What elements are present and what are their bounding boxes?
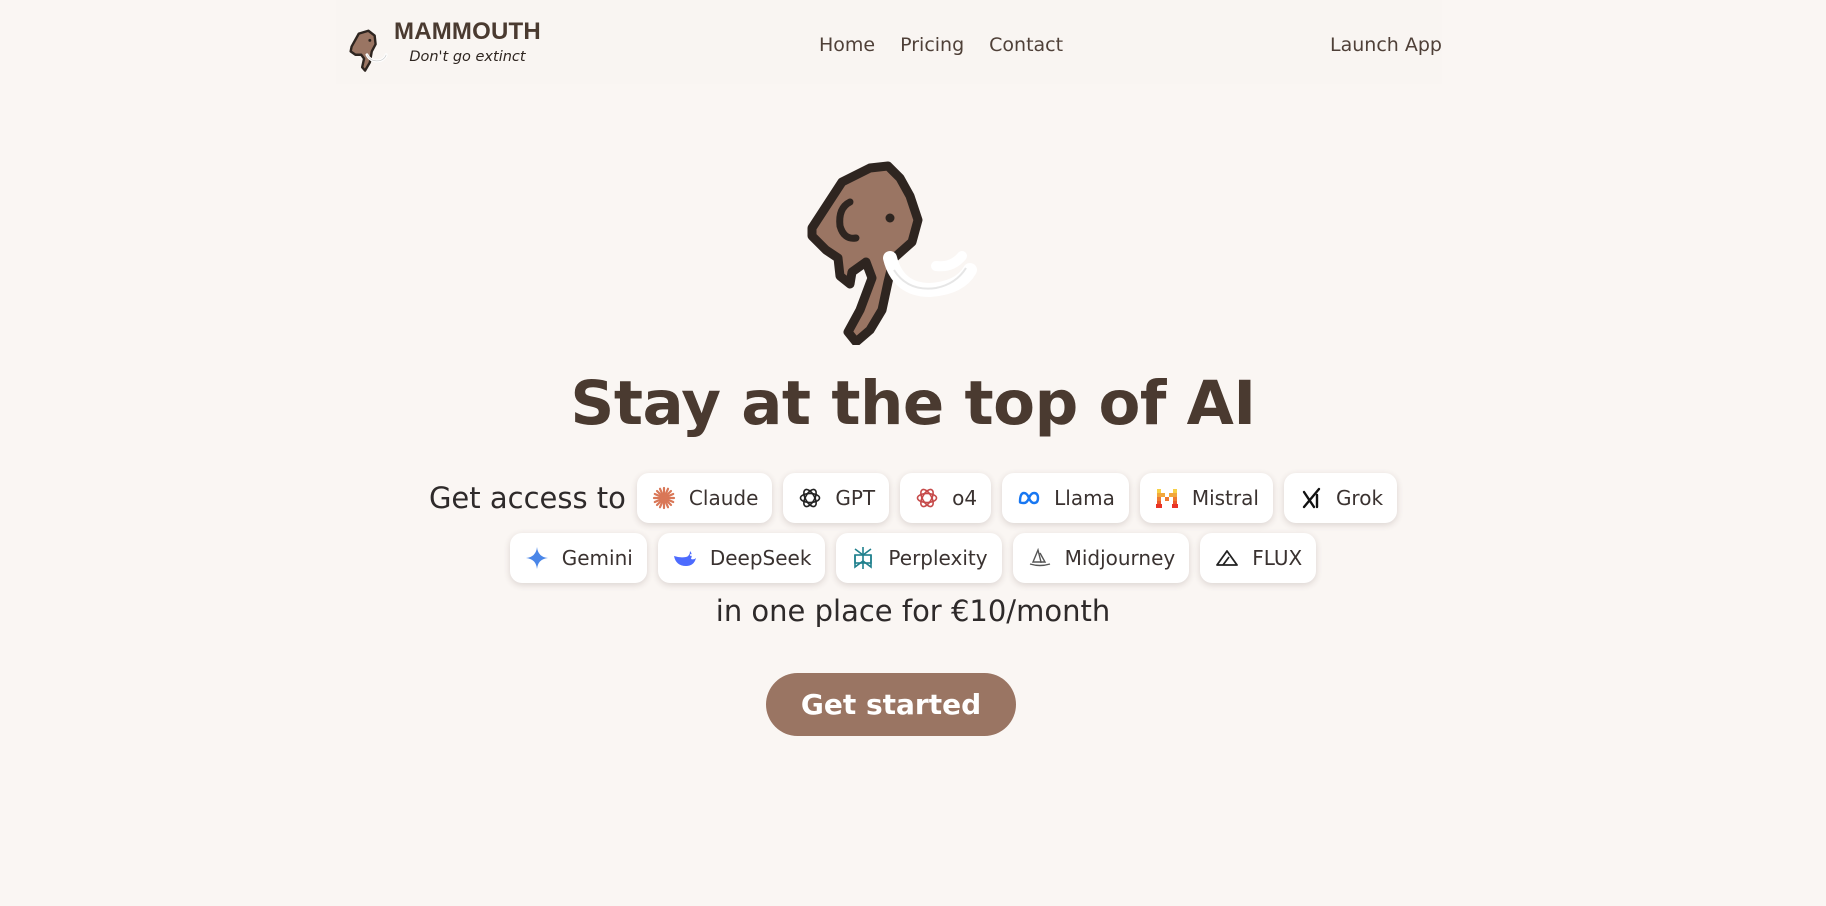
model-chip-label: o4: [952, 486, 978, 510]
midjourney-icon: [1027, 545, 1053, 571]
mammoth-hero-icon: [807, 161, 977, 345]
perplexity-icon: [850, 545, 876, 571]
mistral-icon: [1154, 485, 1180, 511]
meta-icon: [1016, 485, 1042, 511]
model-chip-flux[interactable]: FLUX: [1200, 533, 1317, 583]
model-chip-grok[interactable]: Grok: [1283, 473, 1398, 523]
model-chip-label: Claude: [688, 486, 759, 510]
model-chip-o4[interactable]: o4: [900, 473, 992, 523]
model-chip-gemini[interactable]: Gemini: [509, 533, 647, 583]
model-chip-label: DeepSeek: [709, 546, 812, 570]
model-chip-gpt[interactable]: GPT: [783, 473, 890, 523]
brand-name: MAMMOUTH: [394, 18, 541, 45]
intro-text: Get access to: [428, 481, 626, 515]
launch-app-link[interactable]: Launch App: [1330, 34, 1442, 56]
model-chip-midjourney[interactable]: Midjourney: [1012, 533, 1190, 583]
model-chip-label: FLUX: [1252, 546, 1303, 570]
model-chip-label: GPT: [835, 486, 876, 510]
models-row-1: Get access to Claude GPT o4 Llama Mistra…: [0, 473, 1826, 523]
hero-headline: Stay at the top of AI: [570, 368, 1256, 439]
site-header: MAMMOUTH Don't go extinct Home Pricing C…: [336, 0, 1442, 84]
model-chip-label: Midjourney: [1064, 546, 1176, 570]
models-row-2: Gemini DeepSeek Perplexity Midjourney FL…: [0, 533, 1826, 583]
pricing-tagline: in one place for €10/month: [715, 594, 1111, 628]
deepseek-icon: [672, 545, 698, 571]
model-chip-label: Mistral: [1191, 486, 1259, 510]
model-chip-label: Gemini: [561, 546, 633, 570]
model-chip-deepseek[interactable]: DeepSeek: [657, 533, 826, 583]
claude-icon: [651, 485, 677, 511]
get-started-button[interactable]: Get started: [766, 673, 1016, 736]
mammoth-logo-icon: [349, 29, 388, 72]
main-nav: Home Pricing Contact: [819, 34, 1088, 56]
model-chip-label: Grok: [1335, 486, 1384, 510]
brand-tagline: Don't go extinct: [409, 48, 526, 65]
home-logo-link[interactable]: MAMMOUTH Don't go extinct: [342, 18, 541, 74]
model-chip-label: Perplexity: [888, 546, 988, 570]
model-chip-label: Llama: [1054, 486, 1115, 510]
nav-home-link[interactable]: Home: [819, 34, 875, 56]
nav-pricing-link[interactable]: Pricing: [900, 34, 964, 56]
model-chip-llama[interactable]: Llama: [1002, 473, 1129, 523]
model-chip-perplexity[interactable]: Perplexity: [836, 533, 1002, 583]
model-chip-claude[interactable]: Claude: [636, 473, 773, 523]
gemini-icon: [524, 545, 550, 571]
flux-icon: [1214, 545, 1240, 571]
nav-contact-link[interactable]: Contact: [989, 34, 1063, 56]
model-chip-mistral[interactable]: Mistral: [1139, 473, 1273, 523]
grok-icon: [1298, 485, 1324, 511]
openai-icon: [914, 485, 940, 511]
openai-icon: [797, 485, 823, 511]
